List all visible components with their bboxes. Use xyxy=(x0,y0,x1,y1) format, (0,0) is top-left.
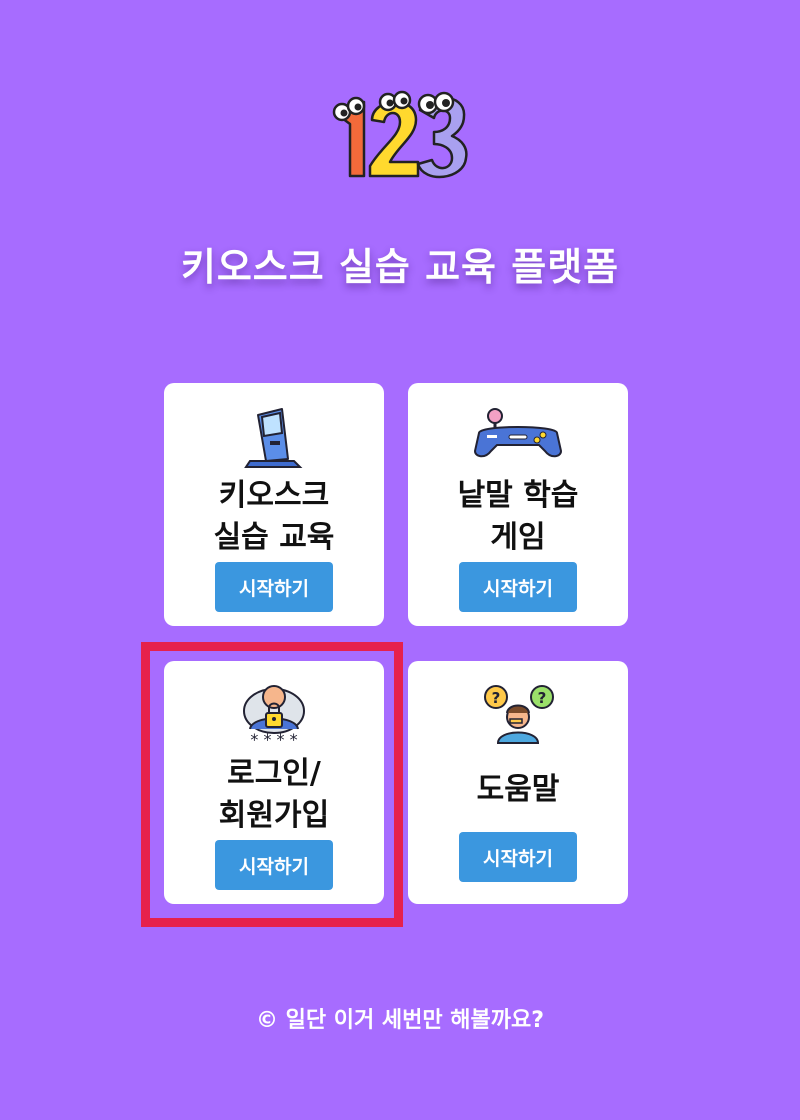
help-card: ? ? 도움말 시작하기 xyxy=(408,661,628,904)
kiosk-training-card: 키오스크 실습 교육 시작하기 xyxy=(164,383,384,626)
card-label: 키오스크 실습 교육 xyxy=(213,478,335,555)
svg-text:?: ? xyxy=(492,689,501,707)
confused-person-question-icon: ? ? xyxy=(476,683,560,745)
word-game-card: 낱말 학습 게임 시작하기 xyxy=(408,383,628,626)
kiosk-start-button[interactable]: 시작하기 xyxy=(215,562,333,612)
card-label: 낱말 학습 게임 xyxy=(457,478,579,555)
card-label: 도움말 xyxy=(476,772,560,807)
game-controller-icon xyxy=(473,407,563,459)
highlight-frame xyxy=(141,642,403,927)
kiosk-machine-icon xyxy=(244,407,304,469)
footer-text: © 일단 이거 세번만 해볼까요? xyxy=(255,1008,545,1033)
word-game-start-button[interactable]: 시작하기 xyxy=(459,562,577,612)
svg-text:?: ? xyxy=(538,689,547,707)
help-start-button[interactable]: 시작하기 xyxy=(459,832,577,882)
page-title: 키오스크 실습 교육 플랫폼 xyxy=(180,245,620,289)
app-logo-icon xyxy=(320,80,480,184)
